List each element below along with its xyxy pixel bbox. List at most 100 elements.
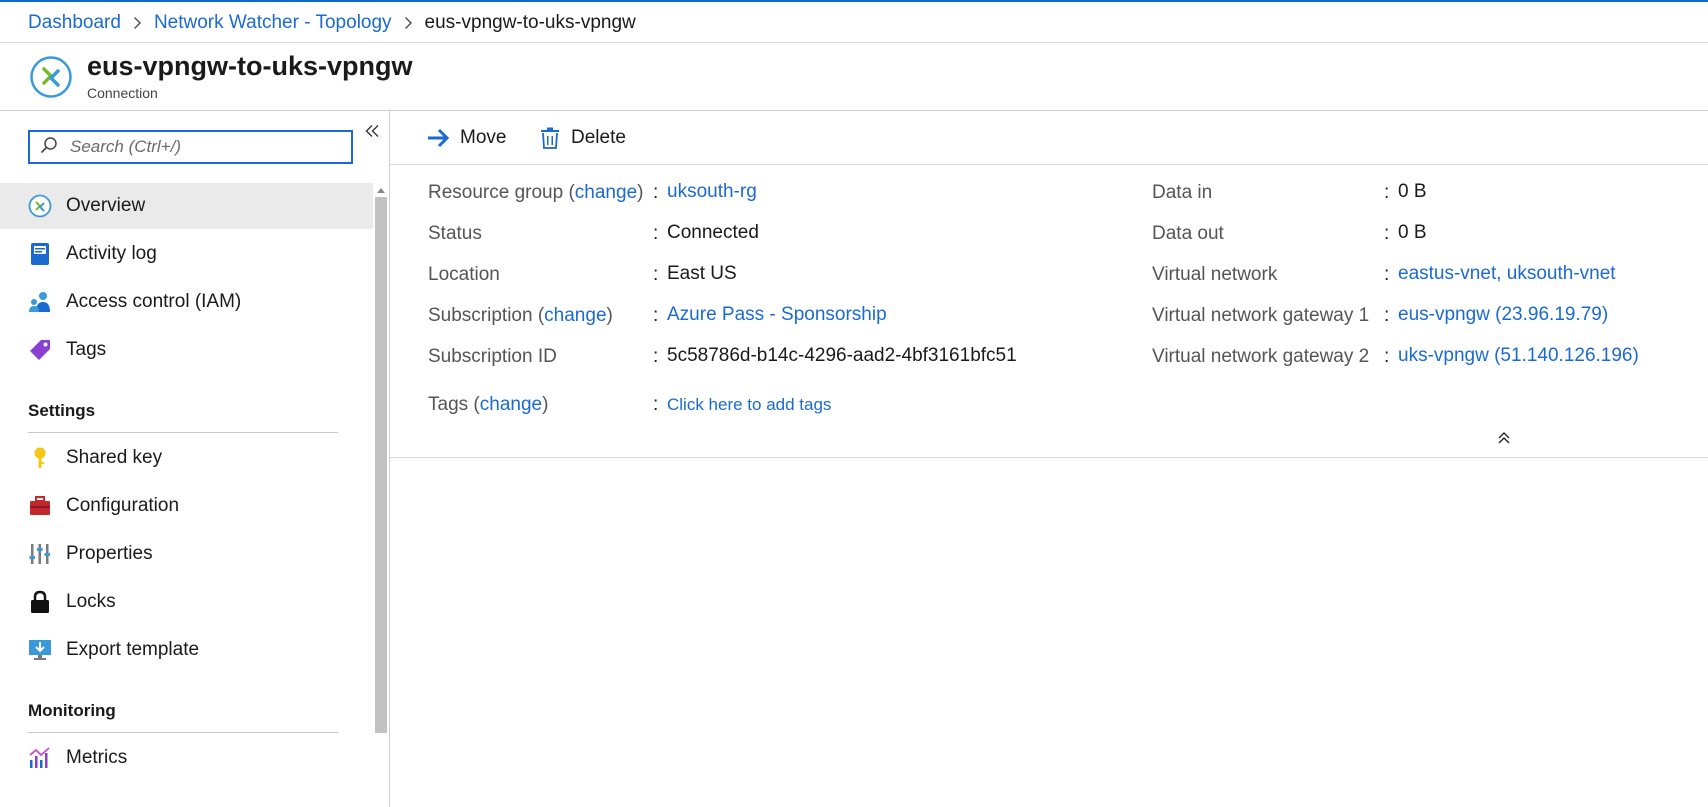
tag-icon [28,338,52,362]
virtual-network-value-link[interactable]: eastus-vnet, uksouth-vnet [1398,263,1616,285]
colon: : [653,223,659,244]
location-label: Location [428,264,500,285]
colon: : [653,264,659,285]
tags-change-link[interactable]: change [480,394,542,415]
connection-icon [29,55,73,99]
breadcrumb: Dashboard Network Watcher - Topology eus… [28,11,636,35]
label-paren: ) [542,394,549,415]
sidebar-item-properties[interactable]: Properties [0,531,373,577]
section-header-monitoring: Monitoring [28,701,116,720]
sidebar-item-label: Locks [66,591,116,612]
sidebar-item-activity-log[interactable]: Activity log [0,231,373,277]
command-bar: Move Delete [390,111,1708,165]
colon: : [653,394,659,415]
search-input[interactable] [70,137,330,157]
resource-group-change-link[interactable]: change [575,182,637,203]
arrow-right-icon [426,125,452,151]
delete-button[interactable]: Delete [537,124,626,152]
sidebar-item-label: Access control (IAM) [66,291,242,312]
gateway2-label: Virtual network gateway 2 [1152,346,1370,367]
sidebar-item-export-template[interactable]: Export template [0,627,373,673]
sidebar-item-shared-key[interactable]: Shared key [0,435,373,481]
gateway1-value-link[interactable]: eus-vpngw (23.96.19.79) [1398,304,1608,326]
search-icon [40,136,58,159]
colon: : [653,182,659,203]
data-in-value: 0 B [1398,181,1427,202]
colon: : [1384,264,1390,285]
sidebar-item-label: Shared key [66,447,163,468]
page-title: eus-vpngw-to-uks-vpngw [87,51,413,81]
key-icon [28,446,52,470]
breadcrumb-current: eus-vpngw-to-uks-vpngw [424,12,636,33]
collapse-essentials-button[interactable] [1496,430,1512,446]
sidebar-item-metrics[interactable]: Metrics [0,735,373,781]
double-chevron-left-icon [365,125,379,137]
breadcrumb-divider [0,42,1708,43]
top-accent-bar [0,0,1708,2]
lock-icon [28,590,52,614]
subscription-label: Subscription (change) [428,305,613,327]
gateway2-value-link[interactable]: uks-vpngw (51.140.126.196) [1398,345,1639,367]
data-in-label: Data in [1152,182,1213,203]
location-value: East US [667,263,737,284]
resource-group-label-text: Resource group ( [428,182,575,203]
sidebar: Overview Activity log Access control (IA… [0,111,389,807]
subscription-value-link[interactable]: Azure Pass - Sponsorship [667,304,887,326]
sidebar-item-label: Overview [66,195,146,216]
tags-label: Tags (change) [428,394,548,416]
sidebar-item-label: Export template [66,639,200,660]
breadcrumb-network-watcher-topology[interactable]: Network Watcher - Topology [154,12,392,34]
sidebar-item-tags[interactable]: Tags [0,327,373,373]
subscription-id-value: 5c58786d-b14c-4296-aad2-4bf3161bfc51 [667,345,1017,366]
subscription-label-text: Subscription ( [428,305,545,326]
section-divider [28,432,338,433]
scroll-up-arrow-icon[interactable] [375,185,387,195]
sidebar-item-label: Metrics [66,747,128,768]
colon: : [1384,305,1390,326]
colon: : [1384,182,1390,203]
colon: : [1384,223,1390,244]
properties-icon [28,542,52,566]
search-box[interactable] [28,130,353,164]
colon: : [1384,346,1390,367]
subscription-id-label: Subscription ID [428,346,557,367]
iam-icon [28,290,52,314]
colon: : [653,305,659,326]
chevron-right-icon [133,16,142,30]
move-button-label: Move [460,127,507,148]
subscription-change-link[interactable]: change [544,305,606,326]
section-header-settings: Settings [28,401,96,420]
delete-button-label: Delete [571,127,626,148]
toolbox-icon [28,494,52,518]
add-tags-link[interactable]: Click here to add tags [667,395,831,415]
export-template-icon [28,638,52,662]
data-out-label: Data out [1152,223,1224,244]
sidebar-item-label: Configuration [66,495,180,516]
essentials-panel: Resource group (change) : uksouth-rg Sta… [390,166,1708,458]
gateway1-label: Virtual network gateway 1 [1152,305,1370,326]
status-label: Status [428,223,482,244]
data-out-value: 0 B [1398,222,1427,243]
sidebar-item-configuration[interactable]: Configuration [0,483,373,529]
breadcrumb-dashboard[interactable]: Dashboard [28,12,121,34]
sidebar-item-label: Activity log [66,243,157,264]
section-divider [28,732,338,733]
virtual-network-label: Virtual network [1152,264,1278,285]
sidebar-item-overview[interactable]: Overview [0,183,373,229]
metrics-icon [28,746,52,770]
sidebar-item-label: Properties [66,543,153,564]
label-paren: ) [606,305,613,326]
status-value: Connected [667,222,759,243]
sidebar-scrollbar-thumb[interactable] [375,197,387,733]
collapse-sidebar-button[interactable] [362,121,382,141]
move-button[interactable]: Move [426,124,506,152]
resource-group-value-link[interactable]: uksouth-rg [667,181,757,203]
tags-label-text: Tags ( [428,394,480,415]
sidebar-item-locks[interactable]: Locks [0,579,373,625]
trash-icon [537,125,563,151]
page-subtitle: Connection [87,85,158,101]
sidebar-item-iam[interactable]: Access control (IAM) [0,279,373,325]
label-paren: ) [637,182,644,203]
activity-log-icon [28,242,52,266]
resource-group-label: Resource group (change) [428,182,643,204]
